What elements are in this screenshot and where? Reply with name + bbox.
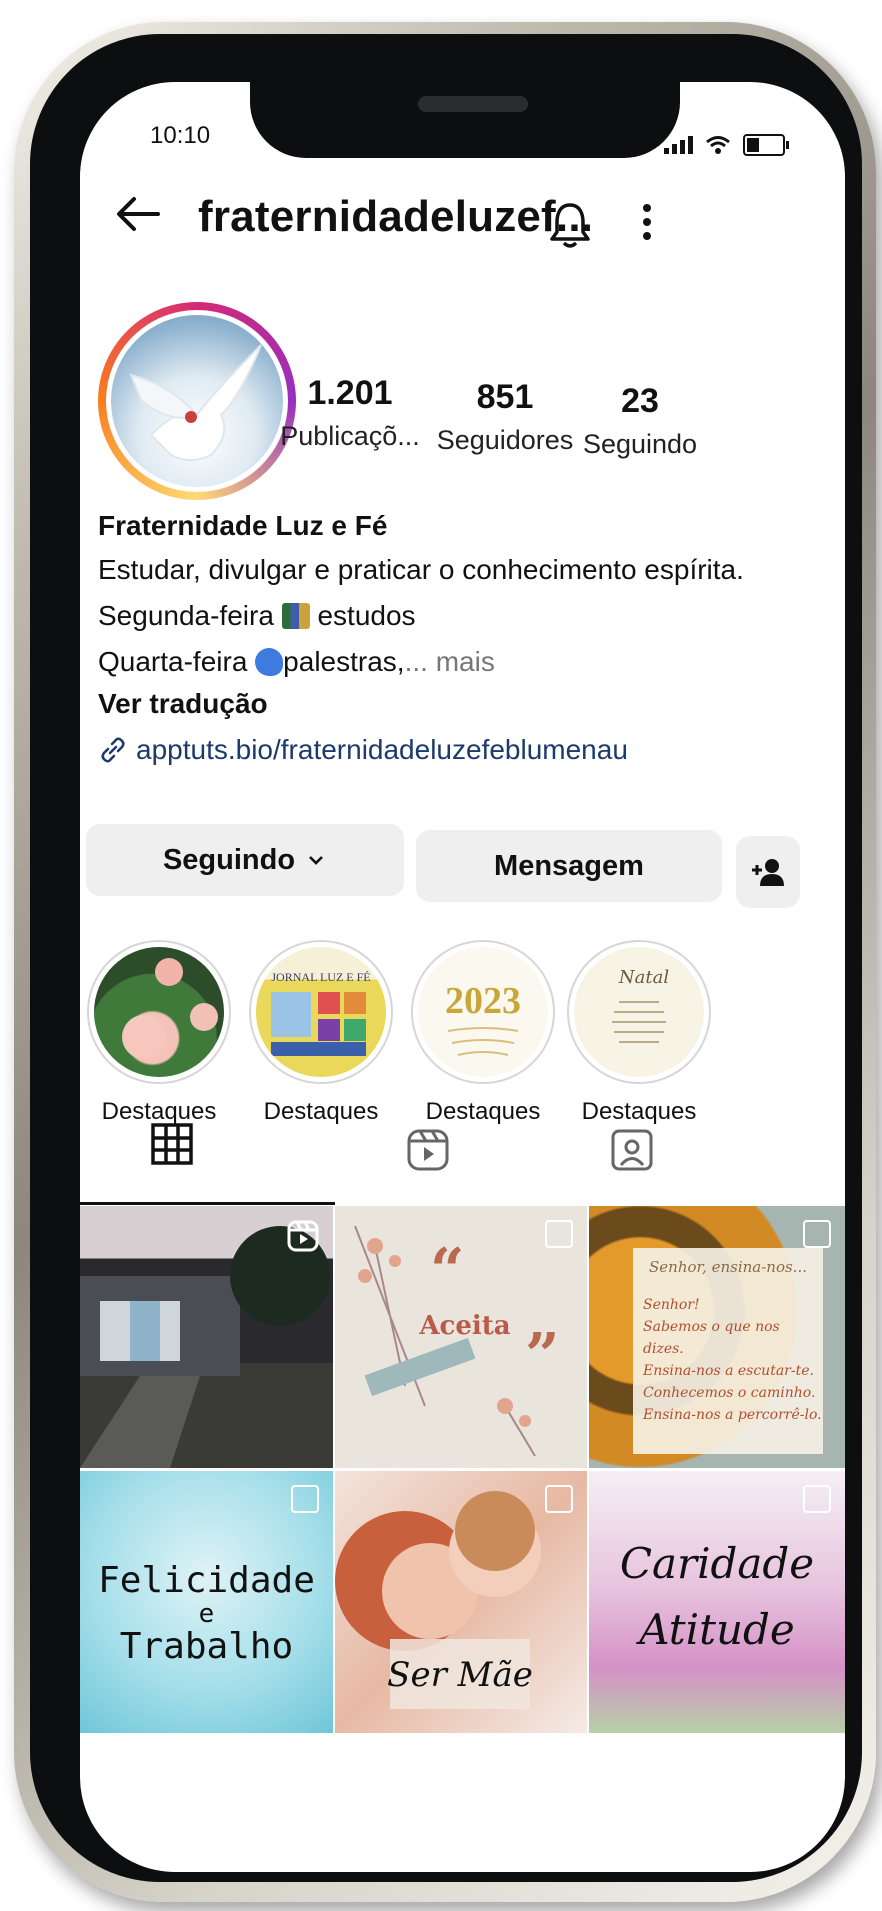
multi-post-icon bbox=[803, 1220, 831, 1248]
more-options-icon[interactable] bbox=[640, 202, 654, 249]
post-1[interactable] bbox=[80, 1206, 333, 1468]
profile-avatar[interactable] bbox=[98, 302, 296, 500]
post-3-line: Ensina-nos a percorrê-lo. bbox=[643, 1407, 822, 1423]
stat-posts-value: 1.201 bbox=[307, 374, 393, 412]
post-6-line-1: Caridade bbox=[619, 1539, 815, 1588]
highlight-1[interactable]: Destaques bbox=[84, 940, 234, 1126]
stat-followers-value: 851 bbox=[476, 378, 534, 416]
following-button[interactable]: Seguindo bbox=[86, 824, 404, 896]
chevron-down-icon bbox=[309, 856, 323, 865]
bio-line-2-text: Segunda-feira bbox=[98, 600, 282, 631]
stat-posts[interactable]: 1.201 Publicaçõ... bbox=[280, 374, 420, 452]
post-4[interactable]: Felicidade e Trabalho bbox=[80, 1471, 333, 1733]
bio-line-2: Segunda-feira estudos bbox=[98, 600, 416, 632]
link-icon bbox=[101, 737, 125, 763]
suggest-people-button[interactable] bbox=[736, 836, 800, 908]
svg-text:”: ” bbox=[525, 1321, 560, 1391]
bio-line-3: Quarta-feira palestras,... mais bbox=[98, 646, 495, 678]
highlight-3-label: Destaques bbox=[425, 1098, 541, 1125]
profile-username: fraternidadeluzef... bbox=[198, 192, 594, 241]
post-3-card: Senhor, ensina-nos... Senhor! Sabemos o … bbox=[633, 1248, 823, 1454]
bio-line-2-text-end: estudos bbox=[309, 600, 416, 631]
stat-posts-label: Publicaçõ... bbox=[280, 421, 420, 451]
multi-post-icon bbox=[545, 1220, 573, 1248]
phone-notch bbox=[250, 70, 680, 158]
add-person-icon bbox=[752, 859, 784, 886]
more-link[interactable]: ... mais bbox=[405, 646, 495, 677]
post-4-line-1: Felicidade bbox=[98, 1560, 315, 1601]
reel-badge-icon bbox=[287, 1220, 319, 1252]
stat-followers[interactable]: 851 Seguidores bbox=[430, 378, 580, 456]
grid-tab-icon[interactable] bbox=[150, 1122, 194, 1171]
books-emoji-icon bbox=[281, 603, 310, 629]
new-year-image: 2023 bbox=[445, 980, 521, 1056]
dove-image bbox=[129, 344, 262, 461]
highlight-2-label: Destaques bbox=[263, 1098, 379, 1125]
highlight-3[interactable]: 2023 Destaques bbox=[408, 940, 558, 1126]
multi-post-icon bbox=[291, 1485, 319, 1513]
bio-link[interactable]: apptuts.bio/fraternidadeluzefeblumenau bbox=[98, 734, 628, 766]
highlight-3-text: 2023 bbox=[445, 980, 521, 1022]
multi-post-icon bbox=[803, 1485, 831, 1513]
highlight-4-text: Natal bbox=[618, 967, 669, 988]
roses-image bbox=[122, 958, 218, 1059]
post-3-line: Sabemos o que nos dizes. bbox=[643, 1319, 780, 1357]
stat-followers-label: Seguidores bbox=[436, 425, 574, 455]
following-button-label: Seguindo bbox=[162, 843, 296, 876]
post-2-text: Aceita bbox=[418, 1311, 510, 1341]
speaking-head-emoji-icon bbox=[255, 648, 284, 676]
screen: 10:10 fraternidadeluzef... 1.201 Publica… bbox=[80, 82, 845, 1872]
post-5[interactable]: Ser Mãe bbox=[335, 1471, 587, 1733]
status-time: 10:10 bbox=[150, 122, 211, 149]
stat-following-value: 23 bbox=[621, 382, 659, 420]
active-tab-indicator bbox=[80, 1202, 335, 1205]
highlight-4-label: Destaques bbox=[581, 1098, 697, 1125]
highlight-2[interactable]: JORNAL LUZ E FÉ Destaques bbox=[246, 940, 396, 1126]
highlight-2-text: JORNAL LUZ E FÉ bbox=[271, 970, 370, 984]
tagged-tab-icon[interactable] bbox=[610, 1128, 654, 1177]
svg-text:“: “ bbox=[430, 1236, 465, 1306]
back-arrow-icon[interactable] bbox=[114, 194, 162, 242]
wifi-icon bbox=[706, 136, 730, 154]
battery-icon bbox=[743, 134, 789, 156]
bio-link-text: apptuts.bio/fraternidadeluzefeblumenau bbox=[136, 734, 628, 765]
message-button[interactable]: Mensagem bbox=[416, 830, 722, 902]
profile-display-name: Fraternidade Luz e Fé bbox=[98, 510, 388, 541]
post-3-title: Senhor, ensina-nos... bbox=[649, 1258, 807, 1276]
message-button-label: Mensagem bbox=[494, 849, 644, 882]
post-4-line-3: Trabalho bbox=[119, 1626, 294, 1667]
bio-line-3-text: Quarta-feira bbox=[98, 646, 256, 677]
post-5-text: Ser Mãe bbox=[387, 1655, 533, 1695]
stat-following-label: Seguindo bbox=[582, 429, 698, 459]
bell-icon[interactable] bbox=[548, 200, 592, 255]
post-3-line: Ensina-nos a escutar-te. bbox=[643, 1363, 814, 1379]
translate-link[interactable]: Ver tradução bbox=[98, 688, 268, 720]
highlight-4[interactable]: Natal Destaques bbox=[564, 940, 714, 1126]
post-3[interactable]: Senhor, ensina-nos... Senhor! Sabemos o … bbox=[589, 1206, 845, 1468]
stat-following[interactable]: 23 Seguindo bbox=[575, 382, 705, 460]
christmas-image: Natal bbox=[612, 967, 669, 1043]
bio-line-3-text-end: palestras, bbox=[283, 646, 405, 677]
newspaper-image: JORNAL LUZ E FÉ bbox=[271, 970, 371, 1056]
phone-speaker bbox=[418, 96, 528, 112]
post-2[interactable]: “ ” Aceita bbox=[335, 1206, 587, 1468]
post-6[interactable]: Caridade Atitude bbox=[589, 1471, 845, 1733]
status-icons bbox=[664, 134, 789, 156]
reels-tab-icon[interactable] bbox=[406, 1128, 450, 1177]
post-4-line-2: e bbox=[198, 1599, 215, 1629]
post-3-line: Senhor! bbox=[643, 1297, 700, 1313]
multi-post-icon bbox=[545, 1485, 573, 1513]
signal-icon bbox=[664, 136, 693, 154]
post-6-line-2: Atitude bbox=[639, 1605, 795, 1654]
bio-line-1: Estudar, divulgar e praticar o conhecime… bbox=[98, 554, 744, 585]
post-3-line: Conhecemos o caminho. bbox=[643, 1385, 816, 1401]
